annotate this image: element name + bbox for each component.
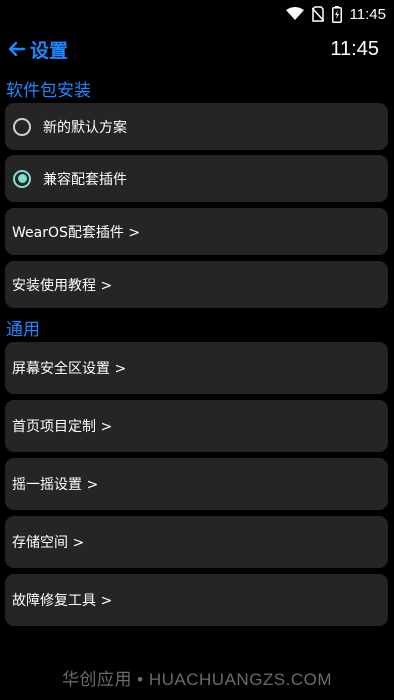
radio-option-compat-plugin[interactable]: 兼容配套插件 bbox=[5, 155, 388, 202]
repair-tools-link[interactable]: 故障修复工具 > bbox=[5, 574, 388, 626]
wearos-plugin-link[interactable]: WearOS配套插件 > bbox=[5, 208, 388, 255]
link-label: 存储空间 > bbox=[12, 535, 85, 551]
status-bar: 11:45 bbox=[0, 0, 394, 28]
arrow-left-icon bbox=[8, 41, 26, 57]
link-label: WearOS配套插件 > bbox=[12, 224, 141, 241]
shake-settings-link[interactable]: 摇一摇设置 > bbox=[5, 458, 388, 510]
radio-option-label: 兼容配套插件 bbox=[43, 171, 127, 188]
home-customize-link[interactable]: 首页项目定制 > bbox=[5, 400, 388, 452]
back-button[interactable]: 设置 bbox=[8, 36, 68, 63]
screen-safe-area-link[interactable]: 屏幕安全区设置 > bbox=[5, 342, 388, 394]
radio-option-label: 新的默认方案 bbox=[43, 119, 127, 136]
section-title-general: 通用 bbox=[6, 320, 40, 340]
link-label: 屏幕安全区设置 > bbox=[12, 361, 127, 377]
link-label: 首页项目定制 > bbox=[12, 419, 113, 435]
link-label: 安装使用教程 > bbox=[12, 277, 113, 294]
section-title-package: 软件包安装 bbox=[6, 81, 91, 101]
clock: 11:45 bbox=[330, 38, 379, 60]
radio-checked-icon[interactable] bbox=[13, 169, 31, 188]
status-time: 11:45 bbox=[349, 5, 386, 23]
radio-unchecked-icon[interactable] bbox=[13, 117, 31, 136]
wifi-icon bbox=[285, 7, 304, 20]
app-bar: 设置 11:45 bbox=[0, 34, 394, 64]
link-label: 摇一摇设置 > bbox=[12, 477, 99, 493]
page-title: 设置 bbox=[30, 39, 69, 62]
watermark: 华创应用 • HUACHUANGZS.COM bbox=[61, 670, 333, 689]
install-tutorial-link[interactable]: 安装使用教程 > bbox=[5, 261, 388, 308]
link-label: 故障修复工具 > bbox=[12, 593, 113, 609]
battery-charging-icon bbox=[331, 5, 342, 23]
radio-option-new-default[interactable]: 新的默认方案 bbox=[5, 103, 388, 150]
storage-link[interactable]: 存储空间 > bbox=[5, 516, 388, 568]
no-sim-icon bbox=[311, 6, 324, 22]
